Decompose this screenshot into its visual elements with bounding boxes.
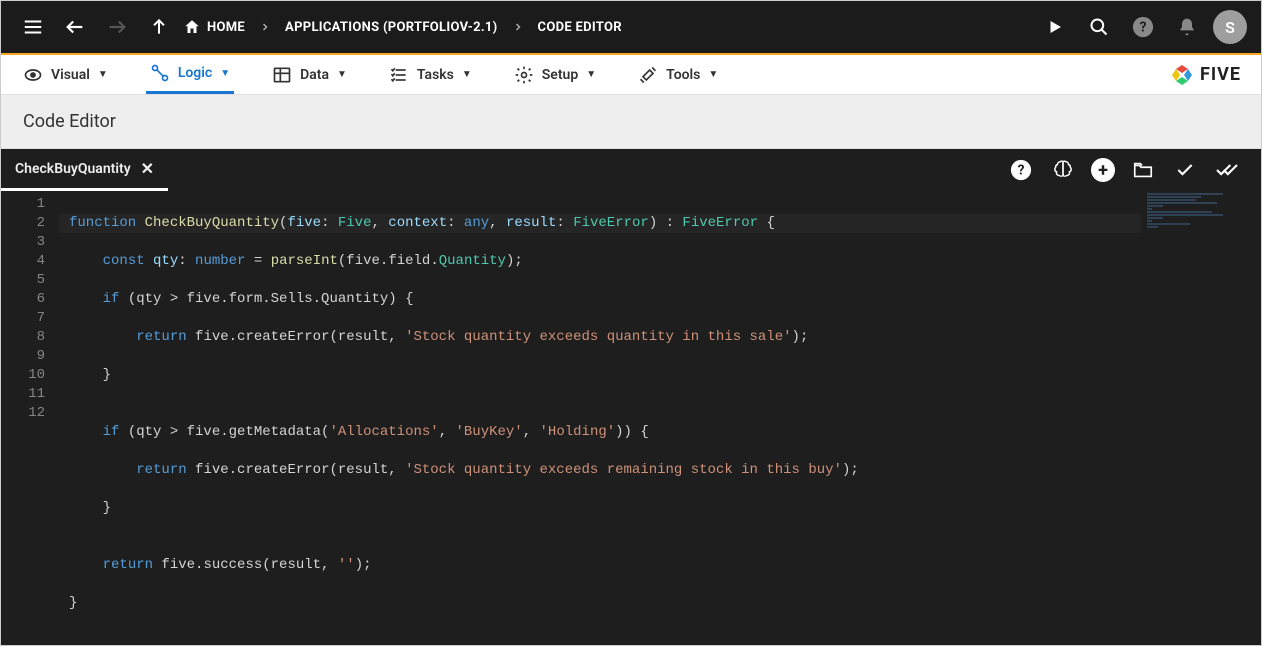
chevron-down-icon: ▼ — [708, 69, 718, 80]
tab-logic-label: Logic — [178, 65, 212, 81]
avatar-initial: S — [1225, 18, 1235, 37]
menu-icon[interactable] — [15, 9, 51, 45]
tab-logic[interactable]: Logic ▼ — [146, 55, 234, 94]
editor-body[interactable]: 1 2 3 4 5 6 7 8 9 10 11 12 function Chec… — [1, 191, 1261, 645]
chevron-down-icon: ▼ — [462, 69, 472, 80]
breadcrumb-code-editor[interactable]: CODE EDITOR — [538, 20, 622, 35]
chevron-right-icon — [259, 21, 271, 33]
breadcrumb-home[interactable]: HOME — [183, 18, 245, 36]
tab-tools[interactable]: Tools ▼ — [634, 55, 722, 94]
breadcrumb-applications[interactable]: APPLICATIONS (PORTFOLIOV-2.1) — [285, 20, 497, 35]
play-icon[interactable] — [1037, 9, 1073, 45]
forward-arrow-icon — [99, 9, 135, 45]
avatar[interactable]: S — [1213, 10, 1247, 44]
close-icon[interactable]: ✕ — [141, 159, 154, 178]
add-icon[interactable]: + — [1091, 158, 1115, 182]
help-icon[interactable]: ? — [1007, 156, 1035, 184]
editor-tab-label: CheckBuyQuantity — [15, 161, 131, 177]
brand-logo: FIVE — [1170, 55, 1241, 94]
chevron-down-icon: ▼ — [220, 68, 230, 79]
top-bar: HOME APPLICATIONS (PORTFOLIOV-2.1) CODE … — [1, 1, 1261, 55]
svg-text:?: ? — [1018, 163, 1025, 179]
editor-tab-bar: CheckBuyQuantity ✕ ? + — [1, 149, 1261, 191]
check-icon[interactable] — [1171, 156, 1199, 184]
check-all-icon[interactable] — [1213, 156, 1241, 184]
tab-setup-label: Setup — [542, 67, 578, 83]
tab-setup[interactable]: Setup ▼ — [510, 55, 600, 94]
tab-visual-label: Visual — [51, 67, 90, 83]
chevron-right-icon — [512, 21, 524, 33]
line-gutter: 1 2 3 4 5 6 7 8 9 10 11 12 — [1, 191, 59, 645]
tab-data[interactable]: Data ▼ — [268, 55, 351, 94]
tab-tasks[interactable]: Tasks ▼ — [385, 55, 476, 94]
code-editor: CheckBuyQuantity ✕ ? + — [1, 149, 1261, 645]
code-content[interactable]: function CheckBuyQuantity(five: Five, co… — [59, 191, 1141, 645]
tab-tools-label: Tools — [666, 67, 700, 83]
breadcrumb: HOME APPLICATIONS (PORTFOLIOV-2.1) CODE … — [183, 18, 622, 36]
tab-visual[interactable]: Visual ▼ — [19, 55, 112, 94]
bell-icon[interactable] — [1169, 9, 1205, 45]
tab-tasks-label: Tasks — [417, 67, 454, 83]
chevron-down-icon: ▼ — [337, 69, 347, 80]
svg-text:?: ? — [1140, 20, 1147, 36]
search-icon[interactable] — [1081, 9, 1117, 45]
folder-open-icon[interactable] — [1129, 156, 1157, 184]
tab-data-label: Data — [300, 67, 329, 83]
up-arrow-icon[interactable] — [141, 9, 177, 45]
chevron-down-icon: ▼ — [586, 69, 596, 80]
breadcrumb-home-label: HOME — [207, 20, 245, 35]
brain-icon[interactable] — [1049, 156, 1077, 184]
editor-tab-active[interactable]: CheckBuyQuantity ✕ — [1, 149, 168, 191]
brand-label: FIVE — [1200, 64, 1241, 85]
help-icon[interactable]: ? — [1125, 9, 1161, 45]
minimap[interactable] — [1141, 191, 1261, 645]
back-arrow-icon[interactable] — [57, 9, 93, 45]
page-title: Code Editor — [1, 95, 1261, 149]
chevron-down-icon: ▼ — [98, 69, 108, 80]
main-tabs: Visual ▼ Logic ▼ Data ▼ Tasks ▼ Setup ▼ … — [1, 55, 1261, 95]
